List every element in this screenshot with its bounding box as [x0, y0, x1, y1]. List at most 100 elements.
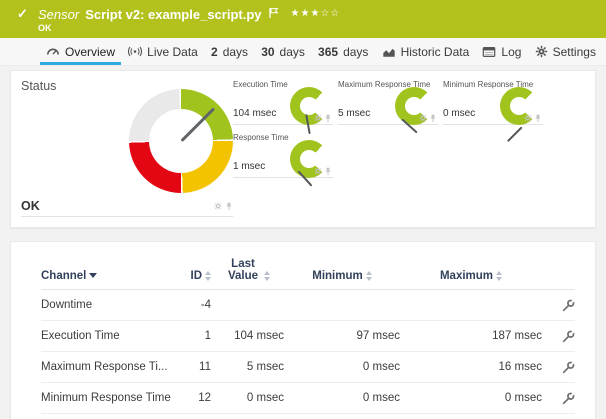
cell-minimum: 97 msec [284, 330, 400, 342]
column-header-max[interactable]: Maximum [400, 270, 542, 282]
cell-maximum: 0 msec [400, 392, 542, 404]
cell-minimum: 0 msec [284, 361, 400, 373]
tab-live-data[interactable]: Live Data [128, 38, 198, 65]
mini-gauge-pin-slot[interactable] [534, 114, 542, 123]
pin-icon[interactable] [534, 114, 542, 123]
chart-icon [382, 45, 396, 58]
tab-bar: Overview Live Data 2 days 30 days 365 da… [0, 38, 606, 66]
tab-settings[interactable]: Settings [535, 38, 596, 65]
cell-id: 11 [176, 361, 211, 373]
mini-gauge-value: 5 msec [338, 108, 370, 119]
mini-gauge-pin-slot[interactable] [429, 114, 437, 123]
mini-gauge-label: Execution Time [233, 80, 288, 89]
table-row: Response Time 10 1 msec 0 msec 3 msec [41, 414, 575, 419]
cell-id: 12 [176, 392, 211, 404]
cell-id: 1 [176, 330, 211, 342]
table-row: Minimum Response Time 12 0 msec 0 msec 0… [41, 383, 575, 414]
pin-icon[interactable] [324, 114, 332, 123]
pin-icon[interactable] [225, 202, 233, 211]
mini-gauge-settings-slot[interactable] [314, 114, 322, 123]
flag-icon[interactable] [269, 7, 279, 19]
mini-gauge-settings-slot[interactable] [524, 114, 532, 123]
channel-table-body: Downtime -4 Execution Time 1 104 msec 97… [41, 290, 575, 419]
mini-gauge-pin-slot[interactable] [324, 114, 332, 123]
cell-last-value: 5 msec [211, 361, 284, 373]
wrench-icon[interactable] [562, 392, 575, 405]
log-icon [482, 46, 496, 58]
mini-gauge-needle [507, 126, 523, 142]
mini-gear-icon[interactable] [419, 114, 427, 122]
overview-gauges-panel: Status OK Execution Time 104 msec Maximu… [10, 70, 596, 228]
cell-maximum: 187 msec [400, 330, 542, 342]
wrench-icon[interactable] [562, 330, 575, 343]
pin-icon[interactable] [324, 167, 332, 176]
mini-gauge-cell: Execution Time 104 msec [233, 79, 333, 125]
mini-gauge-pin-slot[interactable] [324, 167, 332, 176]
star-icon[interactable]: ★ [291, 8, 301, 19]
star-icon[interactable]: ★ [310, 8, 320, 19]
mini-gauge-settings-slot[interactable] [419, 114, 427, 123]
mini-gauge-cell: Response Time 1 msec [233, 132, 333, 178]
object-type-label: Sensor [38, 7, 79, 22]
mini-gauge-value: 104 msec [233, 108, 276, 119]
tab-days[interactable]: 365 days [318, 38, 368, 65]
tab-historic-data[interactable]: Historic Data [382, 38, 470, 65]
column-header-channel[interactable]: Channel [41, 270, 176, 282]
pin-icon[interactable] [429, 114, 437, 123]
gauge-icon [46, 45, 60, 58]
rating-stars: ★★★☆☆ [291, 8, 341, 19]
channel-settings-slot[interactable] [562, 330, 575, 343]
mini-gauge-grid: Execution Time 104 msec Maximum Response… [233, 79, 543, 178]
channel-settings-slot[interactable] [562, 392, 575, 405]
column-header-last[interactable]: Last Value [211, 258, 284, 282]
tab-days[interactable]: 30 days [261, 38, 305, 65]
gauge-settings-slot[interactable] [214, 202, 222, 210]
mini-gauge-label: Response Time [233, 133, 289, 142]
gear-icon [535, 45, 548, 58]
mini-gauge-settings-slot[interactable] [314, 167, 322, 176]
star-icon[interactable]: ☆ [320, 8, 330, 19]
live-icon [128, 45, 142, 58]
cell-channel: Maximum Response Ti... [41, 361, 176, 373]
tab-log[interactable]: Log [482, 38, 521, 65]
status-check-icon: ✓ [17, 6, 28, 22]
sensor-header: ✓ Sensor Script v2: example_script.py ★★… [0, 0, 606, 38]
mini-gauge-cell: Minimum Response Time 0 msec [443, 79, 543, 125]
cell-maximum: 16 msec [400, 361, 542, 373]
channel-table-panel: ChannelIDLast ValueMinimumMaximum Downti… [10, 241, 596, 419]
mini-gear-icon[interactable] [214, 202, 222, 210]
sort-icon[interactable] [496, 271, 502, 281]
mini-gauge-value: 1 msec [233, 161, 265, 172]
table-row: Maximum Response Ti... 11 5 msec 0 msec … [41, 352, 575, 383]
wrench-icon[interactable] [562, 299, 575, 312]
star-icon[interactable]: ★ [300, 8, 310, 19]
tab-days[interactable]: 2 days [211, 38, 248, 65]
sort-icon[interactable] [366, 271, 372, 281]
channel-settings-slot[interactable] [562, 299, 575, 312]
channel-settings-slot[interactable] [562, 361, 575, 374]
mini-gear-icon[interactable] [524, 114, 532, 122]
mini-gauge-cell: Maximum Response Time 5 msec [338, 79, 438, 125]
sensor-status: OK [38, 23, 52, 33]
cell-last-value: 104 msec [211, 330, 284, 342]
cell-channel: Downtime [41, 299, 176, 311]
channel-table-header: ChannelIDLast ValueMinimumMaximum [41, 254, 575, 290]
cell-channel: Minimum Response Time [41, 392, 176, 404]
tab-overview[interactable]: Overview [46, 38, 115, 65]
sort-icon[interactable] [89, 273, 97, 278]
sort-icon[interactable] [264, 271, 270, 281]
star-icon[interactable]: ☆ [330, 8, 340, 19]
column-header-min[interactable]: Minimum [284, 270, 400, 282]
wrench-icon[interactable] [562, 361, 575, 374]
mini-gauge-value: 0 msec [443, 108, 475, 119]
gauge-pin-slot[interactable] [225, 202, 233, 211]
mini-gear-icon[interactable] [314, 167, 322, 175]
status-gauge-label: Status [21, 79, 56, 93]
column-header-id[interactable]: ID [176, 270, 211, 282]
cell-channel: Execution Time [41, 330, 176, 342]
table-row: Execution Time 1 104 msec 97 msec 187 ms… [41, 321, 575, 352]
cell-id: -4 [176, 299, 211, 311]
status-gauge-value: OK [21, 199, 40, 213]
mini-gear-icon[interactable] [314, 114, 322, 122]
sensor-title: Script v2: example_script.py [85, 7, 261, 22]
